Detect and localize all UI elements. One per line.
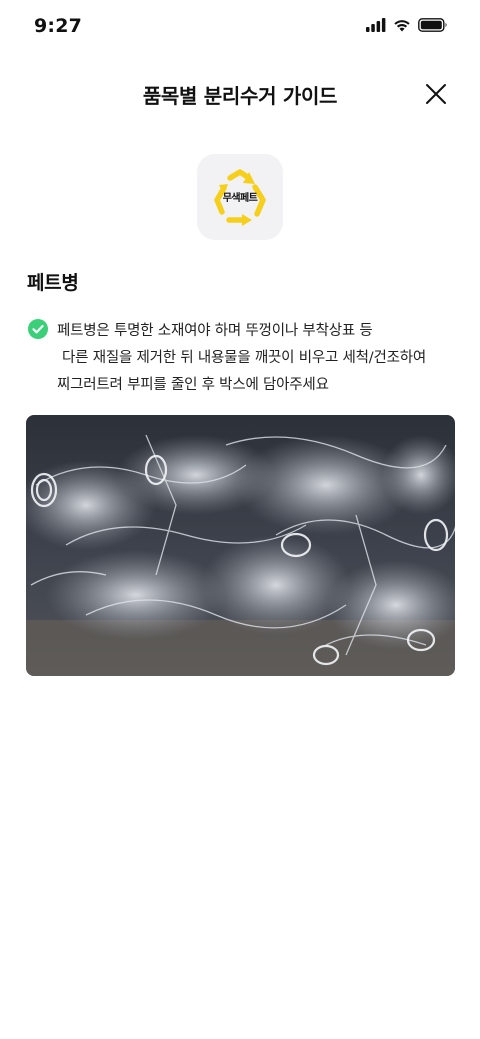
close-button[interactable] (420, 78, 452, 110)
battery-icon (418, 18, 447, 32)
close-icon (426, 84, 446, 104)
status-bar: 9:27 (0, 0, 480, 56)
cellular-signal-icon (366, 18, 386, 32)
guide-text-line: 다른 재질을 제거한 뒤 내용물을 깨끗이 비우고 세척/건조하여 (62, 350, 427, 366)
item-icon-tile: 무색페트 (197, 154, 283, 240)
check-circle-icon (28, 319, 48, 339)
item-icon-label: 무색페트 (222, 193, 258, 204)
item-name: 페트병 (27, 272, 79, 294)
guide-text-line: 찌그러트려 부피를 줄인 후 박스에 담아주세요 (57, 377, 329, 393)
header: 품목별 분리수거 가이드 (0, 70, 480, 118)
page-title: 품목별 분리수거 가이드 (142, 84, 338, 108)
wifi-icon (394, 20, 410, 32)
status-icons (366, 18, 448, 32)
pet-bottles-photo (26, 415, 455, 676)
status-time: 9:27 (34, 15, 83, 37)
guide-text-line: 페트병은 투명한 소재여야 하며 뚜껑이나 부착상표 등 (57, 323, 373, 339)
